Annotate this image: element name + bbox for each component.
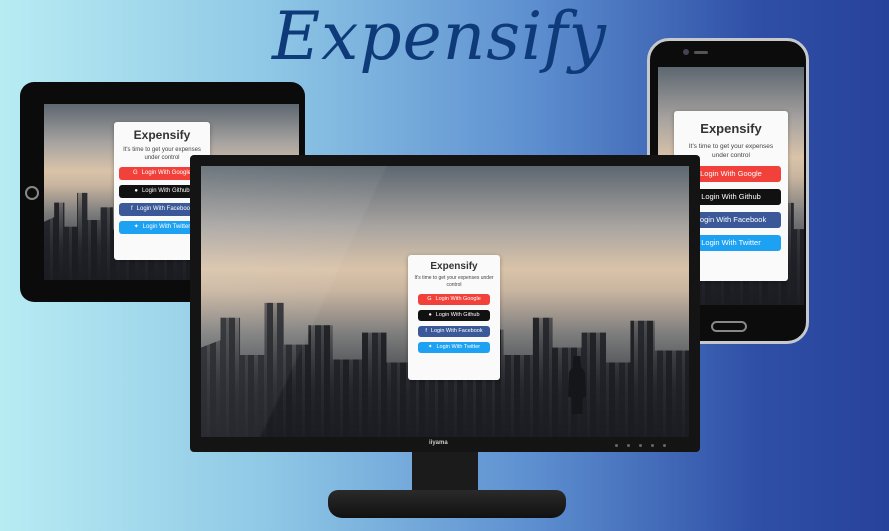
button-label: Login With Github (435, 312, 480, 318)
button-label: Login With Twitter (142, 224, 191, 230)
button-label: Login With Github (701, 192, 761, 201)
monitor-device: Expensify It's time to get your expenses… (190, 155, 700, 452)
monitor-screen: Expensify It's time to get your expenses… (201, 166, 689, 437)
button-label: Login With Twitter (436, 344, 481, 350)
hero-title: Expensify (272, 0, 607, 75)
button-label: Login With Google (141, 170, 192, 176)
monitor-control-button (615, 444, 618, 447)
github-icon: ● (134, 188, 138, 194)
tablet-home-button (25, 186, 39, 200)
button-label: Login With Github (141, 188, 190, 194)
card-subtitle: It's time to get your expenses under con… (414, 275, 494, 288)
phone-home-button (711, 321, 747, 332)
camera-icon (683, 49, 689, 55)
speaker-grille (694, 51, 708, 54)
facebook-login-button[interactable]: f Login With Facebook (418, 326, 490, 337)
button-label: Login With Google (435, 296, 481, 302)
monitor-control-button (651, 444, 654, 447)
github-login-button[interactable]: ● Login With Github (418, 310, 490, 321)
twitter-icon: ✦ (133, 224, 139, 230)
monitor-brand-logo: iiyama (429, 440, 448, 446)
card-title: Expensify (430, 261, 478, 272)
card-title: Expensify (133, 128, 191, 142)
button-label: Login With Twitter (701, 238, 761, 247)
monitor-control-button (663, 444, 666, 447)
button-label: Login With Facebook (136, 206, 194, 212)
card-title: Expensify (700, 121, 762, 136)
twitter-login-button[interactable]: ✦ Login With Twitter (418, 342, 490, 353)
button-label: Login With Google (700, 169, 762, 178)
facebook-icon: f (425, 328, 427, 334)
button-label: Login With Facebook (430, 328, 483, 334)
login-card: Expensify It's time to get your expenses… (408, 255, 500, 380)
twitter-icon: ✦ (427, 344, 433, 350)
monitor-control-button (627, 444, 630, 447)
google-icon: G (427, 296, 432, 302)
monitor-control-button (639, 444, 642, 447)
google-icon: G (132, 170, 138, 176)
google-login-button[interactable]: G Login With Google (418, 294, 490, 305)
button-label: Login With Facebook (695, 215, 767, 224)
github-icon: ● (428, 312, 432, 318)
monitor-stand-base (328, 490, 566, 518)
facebook-icon: f (130, 206, 133, 212)
